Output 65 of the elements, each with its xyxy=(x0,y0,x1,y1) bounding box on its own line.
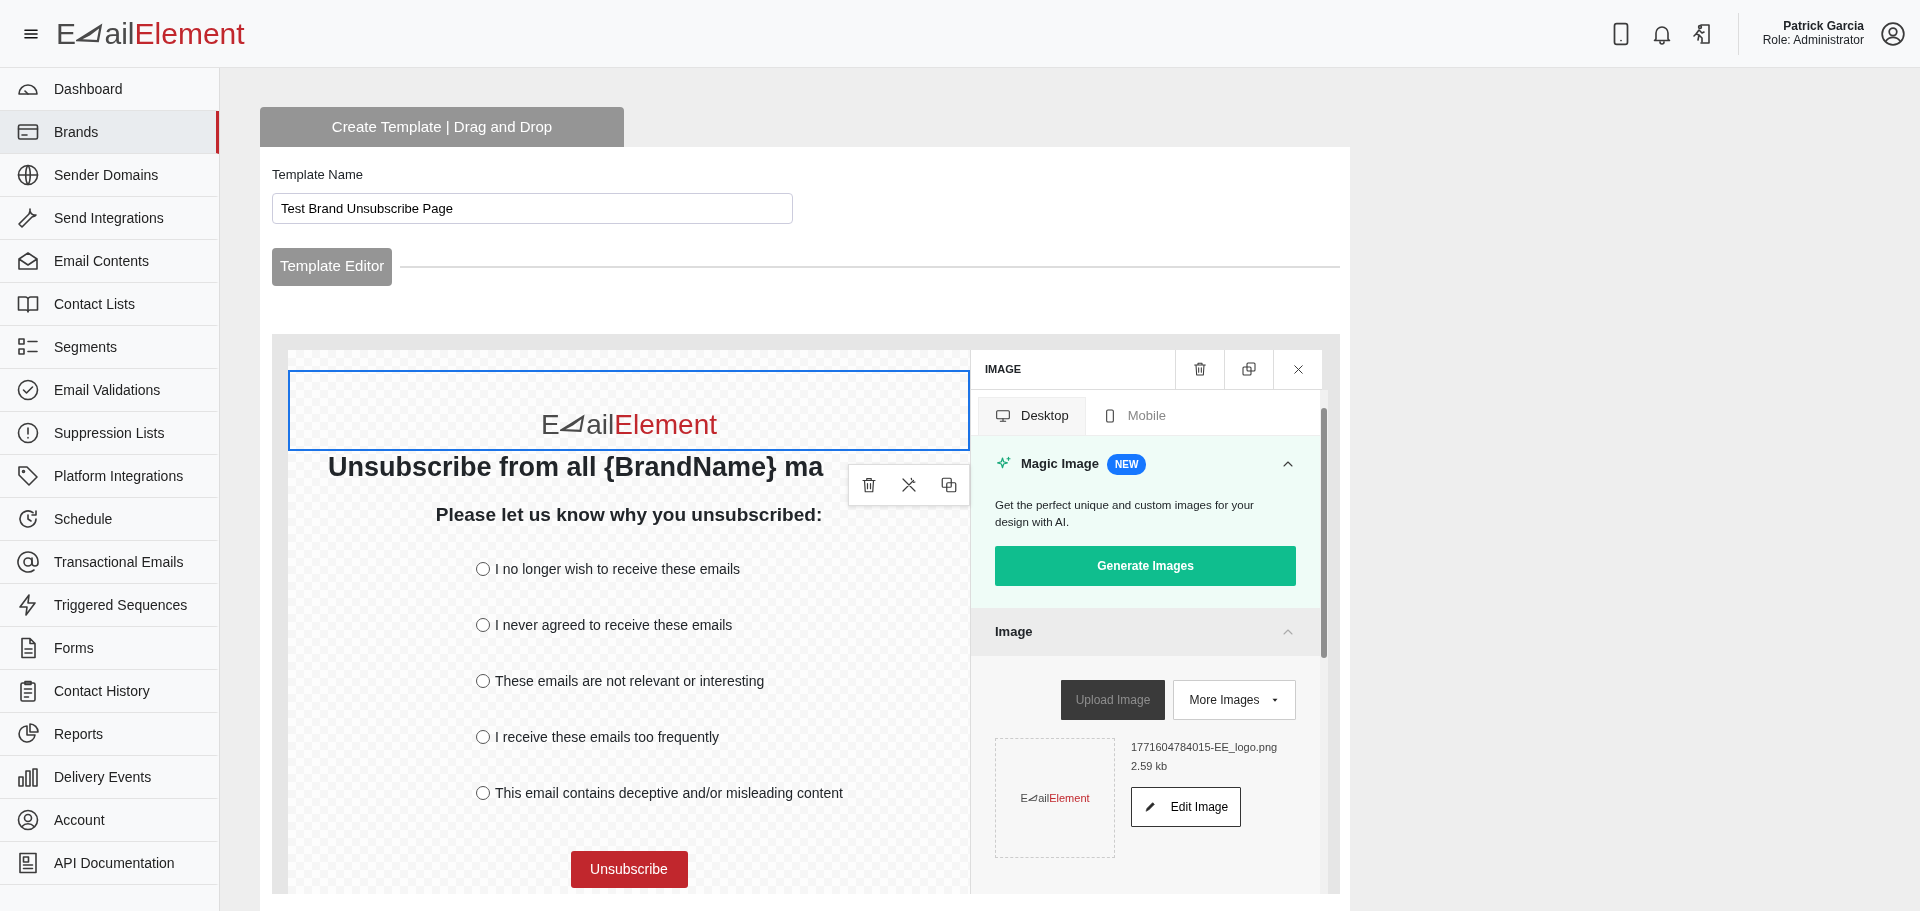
sidebar-item[interactable]: Platform Integrations xyxy=(0,455,219,498)
sidebar-item[interactable]: Email Validations xyxy=(0,369,219,412)
input-field[interactable]: Test Brand Unsubscribe Page xyxy=(272,192,793,224)
sidebar-item[interactable]: Segments xyxy=(0,326,219,369)
field-label: Template Name xyxy=(272,166,365,184)
edit-image-button[interactable]: Edit Image xyxy=(1131,786,1241,827)
check-circle-icon xyxy=(16,378,40,402)
selected-image-block[interactable]: E ailElement xyxy=(288,369,970,451)
description-text: Get the perfect unique and custom images for your design with AI. xyxy=(995,497,1255,531)
sidebar-item[interactable]: Send Integrations xyxy=(0,197,219,240)
more-images-button[interactable]: More Images xyxy=(1173,680,1296,721)
pencil-icon xyxy=(1143,800,1157,814)
thumbnail-logo: E ailElement xyxy=(1020,792,1090,804)
trash-icon xyxy=(1192,361,1208,377)
email-logo: E ailElement xyxy=(541,410,717,439)
at-sign-icon xyxy=(16,550,40,574)
sidebar-item[interactable]: Transactional Emails xyxy=(0,541,219,584)
user-avatar-icon[interactable] xyxy=(1880,20,1906,47)
exclamation-circle-icon xyxy=(16,421,40,445)
app-logo: E ailElement xyxy=(56,18,245,49)
tag-icon xyxy=(16,464,40,488)
user-role: Role: Administrator xyxy=(1762,33,1864,48)
document-icon xyxy=(16,851,40,875)
sidebar-item[interactable]: Account xyxy=(0,799,219,842)
sidebar-item[interactable]: Schedule xyxy=(0,498,219,541)
unsubscribe-button[interactable]: Unsubscribe xyxy=(570,851,688,889)
globe-icon xyxy=(16,163,40,187)
panel-title: IMAGE xyxy=(984,361,1023,377)
sidebar-item[interactable]: Suppression Lists xyxy=(0,412,219,455)
sidebar-item[interactable]: Delivery Events xyxy=(0,756,219,799)
sidebar-item[interactable]: API Documentation xyxy=(0,842,219,885)
radio-option[interactable]: These emails are not relevant or interesting xyxy=(476,653,970,710)
section-title: Magic Image xyxy=(1021,455,1100,474)
radio-option[interactable]: I no longer wish to receive these emails xyxy=(476,541,970,598)
sidebar-item[interactable]: Contact History xyxy=(0,670,219,713)
device-tab[interactable]: Desktop xyxy=(978,396,1086,435)
file-name: 1771604784015-EE_logo.png xyxy=(1131,740,1279,756)
sidebar-item[interactable]: Contact Lists xyxy=(0,283,219,326)
scrollbar[interactable] xyxy=(1320,389,1328,894)
file-size: 2.59 kb xyxy=(1131,759,1169,775)
trash-icon[interactable] xyxy=(860,475,878,494)
sidebar-item[interactable]: Sender Domains xyxy=(0,154,219,197)
radio-option[interactable]: I never agreed to receive these emails xyxy=(476,597,970,654)
new-badge: NEW xyxy=(1107,453,1147,475)
email-subheading: Please let us know why you unsubscribed: xyxy=(434,504,824,528)
radio-option[interactable]: This email contains deceptive and/or misleading content xyxy=(476,765,970,822)
envelope-icon xyxy=(16,249,40,273)
bar-chart-icon xyxy=(16,765,40,789)
clock-icon xyxy=(16,507,40,531)
sidebar-item[interactable]: Reports xyxy=(0,713,219,756)
sidebar-item[interactable]: Forms xyxy=(0,627,219,670)
sidebar-item[interactable]: Email Contents xyxy=(0,240,219,283)
monitor-icon xyxy=(995,408,1011,424)
radio-option[interactable]: I receive these emails too frequently xyxy=(476,709,970,766)
user-name: Patrick Garcia xyxy=(1782,19,1864,34)
sidebar-item[interactable]: Brands xyxy=(0,111,219,154)
device-tab[interactable]: Mobile xyxy=(1085,396,1182,435)
duplicate-icon xyxy=(1241,361,1257,377)
user-circle-icon xyxy=(16,808,40,832)
email-heading: Unsubscribe from all {BrandName} ma xyxy=(328,450,824,484)
sidebar-item[interactable]: Triggered Sequences xyxy=(0,584,219,627)
section-title: Image xyxy=(995,623,1033,642)
pie-chart-icon xyxy=(16,722,40,746)
duplicate-icon[interactable] xyxy=(940,475,958,494)
upload-image-button[interactable]: Upload Image xyxy=(1061,680,1165,721)
